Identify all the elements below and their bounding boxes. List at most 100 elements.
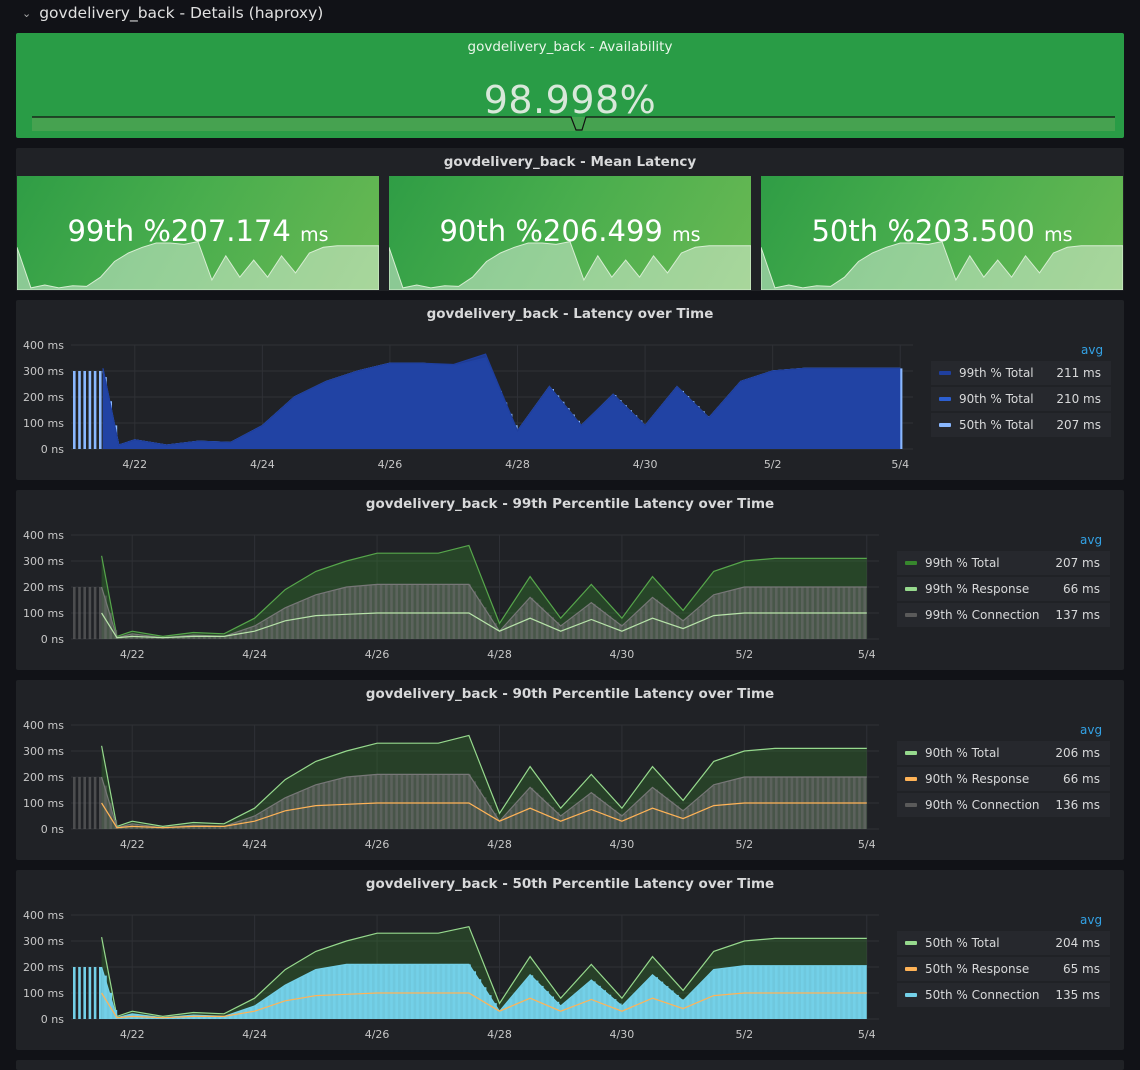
legend-name: 99th % Response xyxy=(925,582,1030,596)
latency-over-time-panel[interactable]: govdelivery_back - Latency over Time 400… xyxy=(16,300,1124,480)
y-tick-label: 0 ns xyxy=(41,443,64,456)
series-bar xyxy=(281,800,284,829)
series-bar xyxy=(385,774,388,829)
series-bar xyxy=(99,587,102,639)
legend-item[interactable]: 50th % Response 65 ms xyxy=(897,957,1110,981)
series-bar xyxy=(379,584,383,639)
series-bar xyxy=(712,595,716,639)
series-bar xyxy=(561,1005,565,1019)
series-bar xyxy=(473,591,476,639)
legend-item[interactable]: 50th % Total 207 ms xyxy=(931,413,1111,437)
series-bar xyxy=(359,964,362,1019)
p99-latency-panel[interactable]: govdelivery_back - 99th Percentile Laten… xyxy=(16,490,1124,670)
stat-90th: 90th %206.499 ms xyxy=(389,176,751,290)
series-bar xyxy=(535,980,539,1019)
series-bar xyxy=(442,584,445,639)
legend-item[interactable]: 90th % Response 66 ms xyxy=(897,767,1110,791)
series-bar xyxy=(390,584,393,639)
legend-name: 99th % Total xyxy=(959,366,1034,380)
x-tick-label: 5/2 xyxy=(735,838,753,851)
series-bar xyxy=(639,799,643,829)
legend-item[interactable]: 99th % Total 207 ms xyxy=(897,551,1110,575)
p90-latency-panel[interactable]: govdelivery_back - 90th Percentile Laten… xyxy=(16,680,1124,860)
series-bar xyxy=(702,604,705,639)
series-bar xyxy=(499,1011,502,1019)
series-bar xyxy=(270,995,274,1019)
series-bar xyxy=(255,1005,258,1019)
y-tick-label: 0 ns xyxy=(41,1013,64,1026)
stat-value: 207.174 xyxy=(170,214,291,248)
y-tick-label: 100 ms xyxy=(23,607,64,620)
series-bar xyxy=(691,991,695,1019)
series-bar xyxy=(431,774,435,829)
series-bar xyxy=(707,790,710,829)
legend-item[interactable]: 50th % Connection 135 ms xyxy=(897,983,1110,1007)
series-bar xyxy=(291,982,294,1019)
x-tick-label: 4/30 xyxy=(610,838,635,851)
mean-latency-panel[interactable]: govdelivery_back - Mean Latency 99th %20… xyxy=(16,148,1124,291)
stat-label: 90th % xyxy=(439,214,543,248)
legend-item[interactable]: 99th % Response 66 ms xyxy=(897,577,1110,601)
legend-item[interactable]: 50th % Total 204 ms xyxy=(897,931,1110,955)
legend-value: 207 ms xyxy=(1055,556,1100,570)
series-bar xyxy=(400,964,404,1019)
series-bar xyxy=(416,964,419,1019)
series-bar xyxy=(749,965,752,1019)
series-bar xyxy=(239,631,242,639)
availability-panel[interactable]: govdelivery_back - Availability 98.998% xyxy=(16,33,1124,138)
chevron-down-icon[interactable]: ⌄ xyxy=(22,7,31,20)
series-bar xyxy=(416,774,419,829)
series-bar xyxy=(286,797,289,829)
series-bar xyxy=(307,788,310,829)
series-bar xyxy=(405,964,409,1019)
series-bar xyxy=(83,587,86,639)
series-bar xyxy=(442,774,445,829)
series-bar xyxy=(525,792,528,829)
series-bar xyxy=(286,607,289,639)
series-bar xyxy=(827,965,830,1019)
row-header[interactable]: ⌄ govdelivery_back - Details (haproxy) xyxy=(0,0,1140,26)
legend-item[interactable]: 99th % Connection 137 ms xyxy=(897,603,1110,627)
series-bar xyxy=(686,617,690,639)
series-bar xyxy=(385,584,388,639)
series-bar xyxy=(249,627,253,639)
legend-item[interactable]: 90th % Connection 136 ms xyxy=(897,793,1110,817)
series-bar xyxy=(582,799,586,829)
legend-swatch xyxy=(905,993,917,997)
series-bar xyxy=(567,1000,570,1019)
series-bar xyxy=(78,777,81,829)
series-bar xyxy=(639,609,643,639)
p50-latency-panel[interactable]: govdelivery_back - 50th Percentile Laten… xyxy=(16,870,1124,1050)
series-bar xyxy=(759,965,762,1019)
legend-avg-header: avg xyxy=(1080,723,1103,737)
series-bar xyxy=(468,964,471,1019)
legend-item[interactable]: 99th % Total 211 ms xyxy=(931,361,1111,385)
series-bar xyxy=(379,774,383,829)
series-bar xyxy=(561,815,565,829)
legend-swatch xyxy=(905,751,917,755)
x-tick-label: 4/22 xyxy=(120,648,145,661)
series-bar xyxy=(348,586,352,639)
x-tick-label: 5/2 xyxy=(735,648,753,661)
x-tick-label: 4/30 xyxy=(633,458,658,471)
series-bar xyxy=(520,798,523,829)
series-bar xyxy=(78,371,81,449)
series-bar xyxy=(681,619,684,639)
series-bar xyxy=(88,587,92,639)
series-bar xyxy=(723,782,726,829)
y-tick-label: 200 ms xyxy=(23,771,64,784)
series-bar xyxy=(697,609,700,639)
legend-item[interactable]: 90th % Total 206 ms xyxy=(897,741,1110,765)
series-bar xyxy=(83,777,86,829)
series-bar xyxy=(754,965,757,1019)
series-bar xyxy=(634,804,638,829)
legend-item[interactable]: 90th % Total 210 ms xyxy=(931,387,1111,411)
series-bar xyxy=(499,821,502,829)
series-bar xyxy=(577,991,580,1019)
series-bar xyxy=(369,585,372,639)
series-bar xyxy=(463,774,466,829)
stat-50th: 50th %203.500 ms xyxy=(761,176,1123,290)
series-bar xyxy=(296,602,300,639)
series-bar xyxy=(457,774,461,829)
series-bar xyxy=(515,804,518,829)
